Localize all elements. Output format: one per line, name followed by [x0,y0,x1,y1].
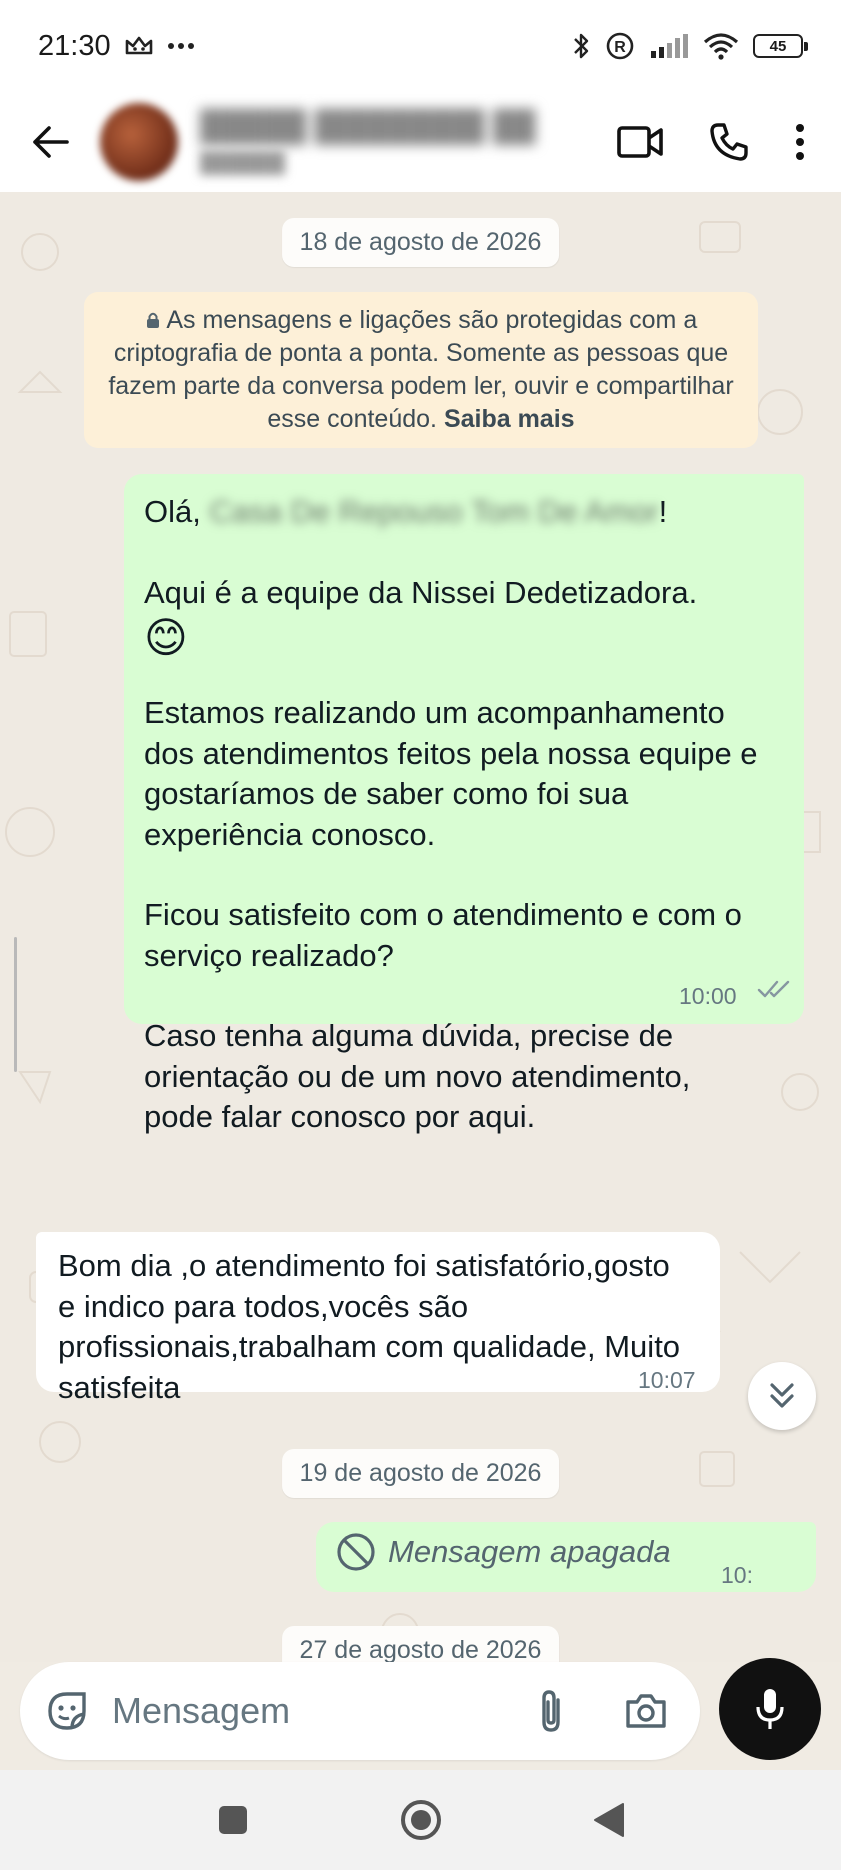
recents-icon[interactable] [217,1804,249,1836]
message-input[interactable] [112,1690,534,1732]
contact-status-redacted: ██████ [200,151,286,174]
avatar[interactable] [100,103,178,181]
back-button[interactable] [0,92,100,192]
date-chip: 18 de agosto de 2026 [281,218,560,267]
learn-more-link[interactable]: Saiba mais [444,405,575,433]
message-bubble-deleted[interactable]: Mensagem apagada 10: [316,1522,816,1592]
scroll-edge-indicator [14,937,17,1072]
sticker-icon[interactable] [44,1688,90,1734]
system-navigation-bar [0,1770,841,1870]
date-chip: 27 de agosto de 2026 [281,1626,560,1662]
signal-icon [651,34,688,58]
chat-header: █████ ████████ ██ ██████ [0,92,841,192]
scroll-to-bottom-button[interactable] [748,1362,816,1430]
message-greeting: Olá, Casa De Repouso Tom De Amor! [144,494,668,529]
svg-text:R: R [614,39,626,56]
bluetooth-icon [574,33,589,59]
back-icon[interactable] [593,1802,625,1838]
registered-icon: R [606,32,634,60]
back-arrow-icon [33,126,69,158]
lock-icon [146,312,159,328]
message-line-team: Aqui é a equipe da Nissei Dedetizadora. [144,574,698,610]
chat-area[interactable]: 18 de agosto de 2026 As mensagens e liga… [0,192,841,1662]
mic-icon [756,1689,784,1729]
message-time: 10:07 [638,1367,696,1393]
contact-name-redacted: █████ ████████ ██ [200,109,536,143]
message-time: 10: [721,1562,753,1588]
crown-icon [125,36,152,55]
recipient-name-redacted: Casa De Repouso Tom De Amor [209,494,659,529]
battery-icon: 45 [753,34,808,58]
message-text: Bom dia ,o atendimento foi satisfatório,… [58,1248,681,1405]
wifi-icon [703,33,739,60]
message-time: 10:00 [679,983,737,1009]
smile-emoji: 😊 [144,614,188,661]
kebab-menu-icon[interactable] [795,123,805,161]
message-composer [20,1662,700,1760]
message-paragraph-followup: Estamos realizando um acompanhamento dos… [144,695,758,852]
message-paragraph-help: Caso tenha alguma dúvida, precise de ori… [144,1018,691,1134]
video-call-icon[interactable] [617,125,663,159]
date-chip: 19 de agosto de 2026 [281,1449,560,1498]
message-bubble-incoming[interactable]: Bom dia ,o atendimento foi satisfatório,… [36,1232,720,1405]
camera-icon[interactable] [624,1692,668,1730]
message-paragraph-question: Ficou satisfeito com o atendimento e com… [144,897,742,973]
double-chevron-down-icon [770,1383,794,1408]
encryption-text: As mensagens e ligações são protegidas c… [108,306,734,433]
home-icon[interactable] [399,1798,443,1842]
encryption-notice[interactable]: As mensagens e ligações são protegidas c… [84,292,758,448]
phone-icon[interactable] [709,122,749,162]
prohibited-icon [337,1533,375,1571]
voice-message-button[interactable] [719,1658,821,1760]
status-time: 21:30 [38,29,111,62]
double-check-icon [757,980,790,998]
status-bar: 21:30 R 45 [0,0,841,92]
more-dots-icon [167,43,194,49]
attach-icon[interactable] [534,1688,568,1734]
message-bubble-outgoing[interactable]: Olá, Casa De Repouso Tom De Amor! Aqui é… [124,474,804,1134]
deleted-message-text: Mensagem apagada [388,1534,671,1569]
contact-info[interactable]: █████ ████████ ██ ██████ [200,110,617,175]
